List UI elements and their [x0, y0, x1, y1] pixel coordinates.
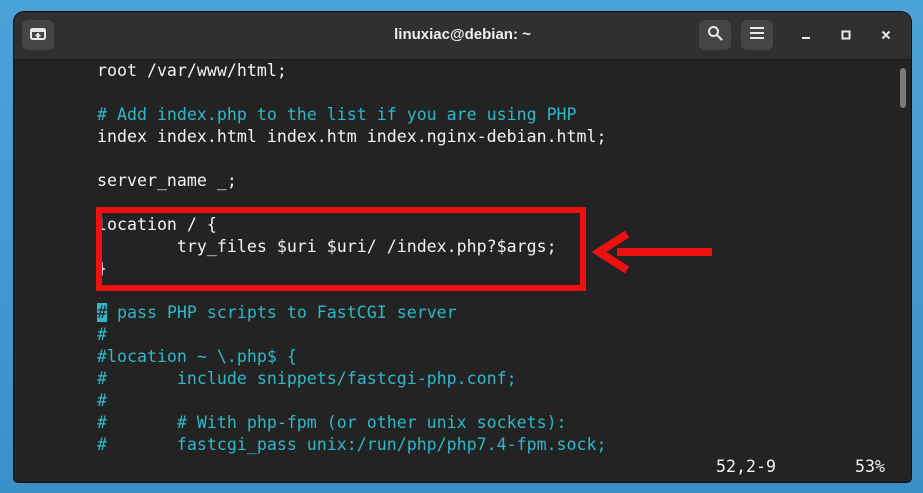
hamburger-menu-icon [750, 26, 764, 44]
cursor-position: 52,2-9 [716, 457, 776, 476]
code-line: index index.html index.htm index.nginx-d… [97, 127, 607, 146]
menu-button[interactable] [741, 20, 773, 50]
terminal-window: linuxiac@debian: ~ root /var/www/html; #… [14, 12, 911, 482]
code-comment-line: # # With php-fpm (or other unix sockets)… [97, 413, 567, 432]
code-comment-line: # [97, 391, 107, 410]
code-comment-line: # [97, 325, 107, 344]
search-button[interactable] [699, 20, 731, 50]
code-comment-line: # Add index.php to the list if you are u… [97, 105, 577, 124]
comment-text: pass PHP scripts to FastCGI server [107, 303, 457, 322]
maximize-icon [841, 27, 851, 45]
minimize-icon [801, 27, 811, 45]
close-button[interactable] [874, 24, 898, 48]
code-comment-line: #location ~ \.php$ { [97, 347, 297, 366]
code-comment-line: # pass PHP scripts to FastCGI server [97, 302, 457, 324]
annotation-highlight-box [96, 207, 586, 291]
search-icon [707, 25, 723, 46]
window-title: linuxiac@debian: ~ [394, 26, 531, 43]
code-line: server_name _; [97, 171, 237, 190]
text-cursor: # [97, 303, 107, 322]
title-bar: linuxiac@debian: ~ [14, 12, 911, 60]
close-icon [881, 27, 891, 45]
minimize-button[interactable] [794, 24, 818, 48]
code-comment-line: # include snippets/fastcgi-php.conf; [97, 369, 517, 388]
annotation-arrow-icon [591, 230, 712, 274]
code-comment-line: # fastcgi_pass unix:/run/php/php7.4-fpm.… [97, 435, 607, 454]
scroll-percent: 53% [855, 457, 885, 476]
code-line: root /var/www/html; [97, 61, 287, 80]
terminal-output[interactable]: root /var/www/html; # Add index.php to t… [14, 60, 894, 482]
maximize-button[interactable] [834, 24, 858, 48]
scrollbar-thumb[interactable] [900, 68, 906, 108]
scrollbar[interactable] [894, 60, 911, 482]
